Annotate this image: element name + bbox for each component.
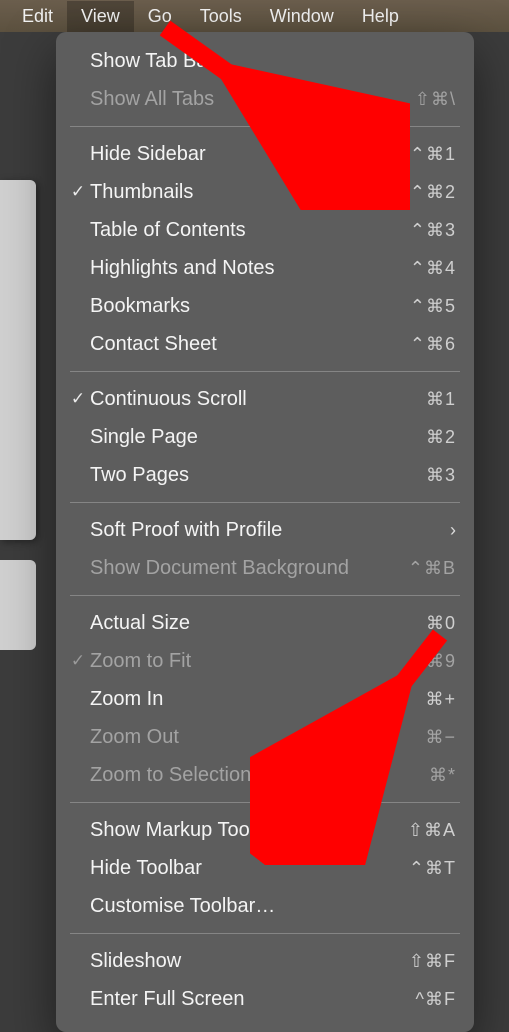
menu-item-label: Show Tab Bar: [90, 50, 366, 73]
thumbnail-sidebar: [0, 560, 36, 650]
menu-item-label: Enter Full Screen: [90, 988, 366, 1011]
menu-item-show-document-background: Show Document Background ⌃⌘B: [56, 549, 474, 587]
menu-item-hide-sidebar[interactable]: Hide Sidebar ⌃⌘1: [56, 135, 474, 173]
checkmark-icon: ✓: [66, 651, 90, 671]
submenu-chevron-icon: ›: [366, 520, 456, 541]
menu-item-label: Zoom In: [90, 688, 366, 711]
menubar-item-go[interactable]: Go: [134, 1, 186, 32]
menu-item-slideshow[interactable]: Slideshow ⇧⌘F: [56, 942, 474, 980]
menu-item-shortcut: ⇧⌘A: [366, 820, 456, 841]
menubar: Edit View Go Tools Window Help: [0, 0, 509, 32]
menu-item-shortcut: ⌘+: [366, 689, 456, 710]
menu-item-label: Single Page: [90, 426, 366, 449]
menu-item-soft-proof-with-profile[interactable]: Soft Proof with Profile ›: [56, 511, 474, 549]
menu-item-label: Show All Tabs: [90, 88, 366, 111]
menu-separator: [70, 595, 460, 596]
menu-item-customise-toolbar[interactable]: Customise Toolbar…: [56, 887, 474, 925]
menu-item-shortcut: ⌘0: [366, 613, 456, 634]
menu-item-label: Hide Toolbar: [90, 857, 366, 880]
menu-item-hide-toolbar[interactable]: Hide Toolbar ⌃⌘T: [56, 849, 474, 887]
menu-item-label: Table of Contents: [90, 219, 366, 242]
menu-item-label: Slideshow: [90, 950, 366, 973]
menu-item-label: Highlights and Notes: [90, 257, 366, 280]
menu-item-shortcut: ⌃⌘5: [366, 296, 456, 317]
menubar-item-edit[interactable]: Edit: [8, 1, 67, 32]
menu-item-shortcut: ⌘1: [366, 389, 456, 410]
menu-item-label: Customise Toolbar…: [90, 895, 366, 918]
view-menu-dropdown: Show Tab Bar Show All Tabs ⇧⌘\ Hide Side…: [56, 32, 474, 1032]
menu-item-shortcut: ^⌘F: [366, 989, 456, 1010]
menu-item-label: Contact Sheet: [90, 333, 366, 356]
menu-item-label: Bookmarks: [90, 295, 366, 318]
thumbnail-sidebar: [0, 180, 36, 540]
menu-item-label: Actual Size: [90, 612, 366, 635]
menubar-item-tools[interactable]: Tools: [186, 1, 256, 32]
menu-item-single-page[interactable]: Single Page ⌘2: [56, 418, 474, 456]
menu-item-zoom-to-fit: ✓ Zoom to Fit ⌘9: [56, 642, 474, 680]
menu-item-label: Two Pages: [90, 464, 366, 487]
menu-item-shortcut: ⌃⌘2: [366, 182, 456, 203]
menu-item-zoom-out: Zoom Out ⌘−: [56, 718, 474, 756]
menu-separator: [70, 371, 460, 372]
menu-separator: [70, 126, 460, 127]
menu-item-shortcut: ⌃⌘1: [366, 144, 456, 165]
menu-item-shortcut: ⌘−: [366, 727, 456, 748]
menu-item-contact-sheet[interactable]: Contact Sheet ⌃⌘6: [56, 325, 474, 363]
menubar-item-window[interactable]: Window: [256, 1, 348, 32]
menu-item-shortcut: ⌃⌘6: [366, 334, 456, 355]
menu-item-continuous-scroll[interactable]: ✓ Continuous Scroll ⌘1: [56, 380, 474, 418]
menu-separator: [70, 933, 460, 934]
checkmark-icon: ✓: [66, 182, 90, 202]
menu-item-shortcut: ⌘3: [366, 465, 456, 486]
menu-item-shortcut: ⌘9: [366, 651, 456, 672]
menu-item-label: Show Markup Toolbar: [90, 819, 366, 842]
menu-item-label: Show Document Background: [90, 557, 366, 580]
menu-item-highlights-and-notes[interactable]: Highlights and Notes ⌃⌘4: [56, 249, 474, 287]
menu-item-shortcut: ⌘2: [366, 427, 456, 448]
menubar-item-help[interactable]: Help: [348, 1, 413, 32]
menu-item-label: Zoom to Selection: [90, 764, 366, 787]
menu-item-thumbnails[interactable]: ✓ Thumbnails ⌃⌘2: [56, 173, 474, 211]
menu-item-bookmarks[interactable]: Bookmarks ⌃⌘5: [56, 287, 474, 325]
menu-item-label: Continuous Scroll: [90, 388, 366, 411]
menu-item-table-of-contents[interactable]: Table of Contents ⌃⌘3: [56, 211, 474, 249]
menu-item-zoom-to-selection: Zoom to Selection ⌘*: [56, 756, 474, 794]
menu-item-shortcut: ⌃⌘B: [366, 558, 456, 579]
menu-item-label: Soft Proof with Profile: [90, 519, 366, 542]
menu-item-label: Hide Sidebar: [90, 143, 366, 166]
menu-item-shortcut: ⌃⌘3: [366, 220, 456, 241]
menu-item-show-all-tabs: Show All Tabs ⇧⌘\: [56, 80, 474, 118]
menubar-item-view[interactable]: View: [67, 1, 134, 32]
menu-separator: [70, 802, 460, 803]
menu-item-shortcut: ⌃⌘4: [366, 258, 456, 279]
menu-item-shortcut: ⌃⌘T: [366, 858, 456, 879]
menu-item-label: Zoom Out: [90, 726, 366, 749]
menu-item-zoom-in[interactable]: Zoom In ⌘+: [56, 680, 474, 718]
menu-item-enter-full-screen[interactable]: Enter Full Screen ^⌘F: [56, 980, 474, 1018]
menu-item-shortcut: ⇧⌘F: [366, 951, 456, 972]
menu-item-actual-size[interactable]: Actual Size ⌘0: [56, 604, 474, 642]
menu-item-label: Thumbnails: [90, 181, 366, 204]
menu-separator: [70, 502, 460, 503]
menu-item-show-tab-bar[interactable]: Show Tab Bar: [56, 42, 474, 80]
menu-item-two-pages[interactable]: Two Pages ⌘3: [56, 456, 474, 494]
menu-item-label: Zoom to Fit: [90, 650, 366, 673]
menu-item-shortcut: ⌘*: [366, 765, 456, 786]
checkmark-icon: ✓: [66, 389, 90, 409]
menu-item-shortcut: ⇧⌘\: [366, 89, 456, 110]
menu-item-show-markup-toolbar[interactable]: Show Markup Toolbar ⇧⌘A: [56, 811, 474, 849]
